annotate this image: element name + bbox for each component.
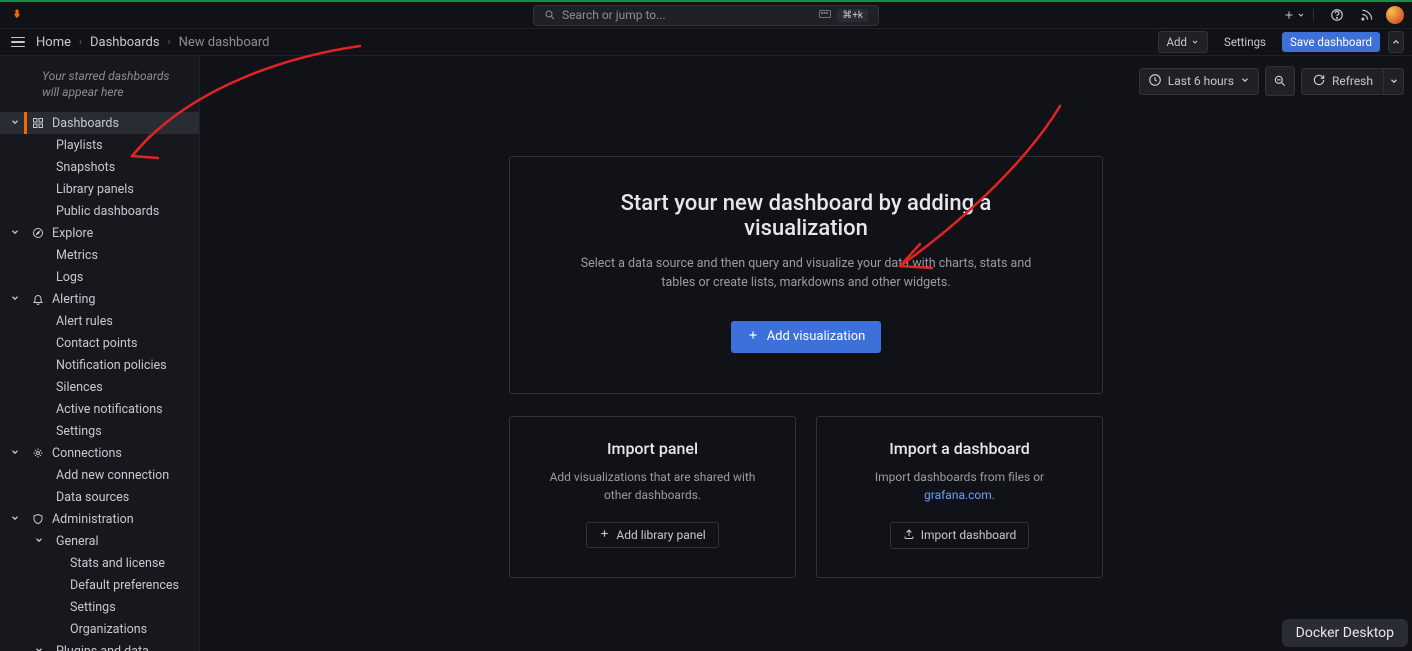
search-icon [544,9,556,21]
import-panel-title: Import panel [536,439,769,458]
main-canvas: Last 6 hours Refresh Start your new dash… [200,56,1412,651]
sidebar-item-connections[interactable]: Connections [0,442,199,464]
import-panel-subtitle: Add visualizations that are shared with … [536,468,769,504]
sidebar-item-public-dashboards[interactable]: Public dashboards [0,200,199,222]
collapse-toolbar-button[interactable] [1388,31,1404,53]
search-placeholder: Search or jump to... [562,8,666,22]
help-icon[interactable] [1326,4,1348,26]
sidebar-item-explore[interactable]: Explore [0,222,199,244]
add-visualization-button[interactable]: Add visualization [731,321,882,353]
chevron-down-icon [10,512,20,527]
sidebar-item-logs[interactable]: Logs [0,266,199,288]
clock-icon [1148,73,1162,90]
sidebar-item-stats-license[interactable]: Stats and license [0,552,199,574]
menu-toggle-icon[interactable] [8,32,28,52]
refresh-interval-dropdown[interactable] [1383,69,1403,94]
start-visualization-card: Start your new dashboard by adding a vis… [509,156,1103,394]
sidebar-item-dashboards[interactable]: Dashboards [0,112,199,134]
sidebar-item-snapshots[interactable]: Snapshots [0,156,199,178]
sidebar-item-metrics[interactable]: Metrics [0,244,199,266]
refresh-button[interactable]: Refresh [1302,69,1383,94]
sidebar-item-add-connection[interactable]: Add new connection [0,464,199,486]
upload-icon [903,528,915,543]
docker-desktop-badge: Docker Desktop [1282,619,1408,647]
breadcrumb-home[interactable]: Home [36,35,71,50]
import-dashboard-subtitle: Import dashboards from files or grafana.… [843,468,1076,504]
chevron-down-icon [10,116,20,131]
breadcrumb-dashboards[interactable]: Dashboards [90,35,160,50]
sidebar-item-data-sources[interactable]: Data sources [0,486,199,508]
refresh-icon [1312,73,1326,90]
sidebar-item-default-preferences[interactable]: Default preferences [0,574,199,596]
dashboards-icon [32,117,46,129]
time-range-picker[interactable]: Last 6 hours [1139,68,1259,95]
sidebar-item-organizations[interactable]: Organizations [0,618,199,640]
plus-icon [747,329,759,345]
breadcrumb-current: New dashboard [179,35,270,50]
sidebar-item-general[interactable]: General [0,530,199,552]
dashboard-settings-button[interactable]: Settings [1216,32,1274,52]
import-dashboard-title: Import a dashboard [843,439,1076,458]
sidebar-item-alerting-settings[interactable]: Settings [0,420,199,442]
compass-icon [32,227,46,239]
sidebar-item-library-panels[interactable]: Library panels [0,178,199,200]
sidebar-item-alert-rules[interactable]: Alert rules [0,310,199,332]
chevron-right-icon: › [168,37,171,48]
sidebar-item-silences[interactable]: Silences [0,376,199,398]
keyboard-shortcut-icon [819,8,831,22]
global-search-input[interactable]: Search or jump to... ⌘+k [533,5,879,26]
sidebar-item-alerting[interactable]: Alerting [0,288,199,310]
add-menu-button[interactable]: Add [1158,31,1208,53]
chevron-down-icon [10,226,20,241]
chevron-down-icon [34,534,44,549]
zoom-out-button[interactable] [1265,66,1295,96]
shortcut-badge: ⌘+k [837,9,868,22]
grafana-com-link[interactable]: grafana.com [924,488,992,502]
starred-empty-note: Your starred dashboards will appear here [0,56,199,112]
grafana-logo-icon[interactable] [8,6,26,24]
sidebar: Your starred dashboards will appear here… [0,56,200,651]
import-dashboard-button[interactable]: Import dashboard [890,522,1030,549]
add-library-panel-button[interactable]: Add library panel [586,522,718,548]
chevron-down-icon [1240,74,1250,88]
chevron-right-icon: › [79,37,82,48]
user-avatar[interactable] [1386,6,1404,24]
bell-icon [32,293,46,305]
chevron-down-icon [10,292,20,307]
import-dashboard-card: Import a dashboard Import dashboards fro… [816,416,1103,578]
sidebar-item-notification-policies[interactable]: Notification policies [0,354,199,376]
sidebar-item-administration[interactable]: Administration [0,508,199,530]
start-title: Start your new dashboard by adding a vis… [560,191,1052,241]
import-panel-card: Import panel Add visualizations that are… [509,416,796,578]
news-icon[interactable] [1356,4,1378,26]
chevron-down-icon [34,644,44,651]
save-dashboard-button[interactable]: Save dashboard [1282,32,1380,52]
plus-icon [599,528,610,542]
time-range-label: Last 6 hours [1168,74,1234,88]
sidebar-item-contact-points[interactable]: Contact points [0,332,199,354]
sidebar-item-playlists[interactable]: Playlists [0,134,199,156]
chevron-down-icon [10,446,20,461]
create-menu-button[interactable] [1283,9,1314,21]
sidebar-item-plugins-data[interactable]: Plugins and data [0,640,199,651]
start-subtitle: Select a data source and then query and … [566,255,1046,293]
shield-icon [32,513,46,525]
plug-icon [32,447,46,459]
sidebar-item-active-notifications[interactable]: Active notifications [0,398,199,420]
sidebar-item-admin-settings[interactable]: Settings [0,596,199,618]
